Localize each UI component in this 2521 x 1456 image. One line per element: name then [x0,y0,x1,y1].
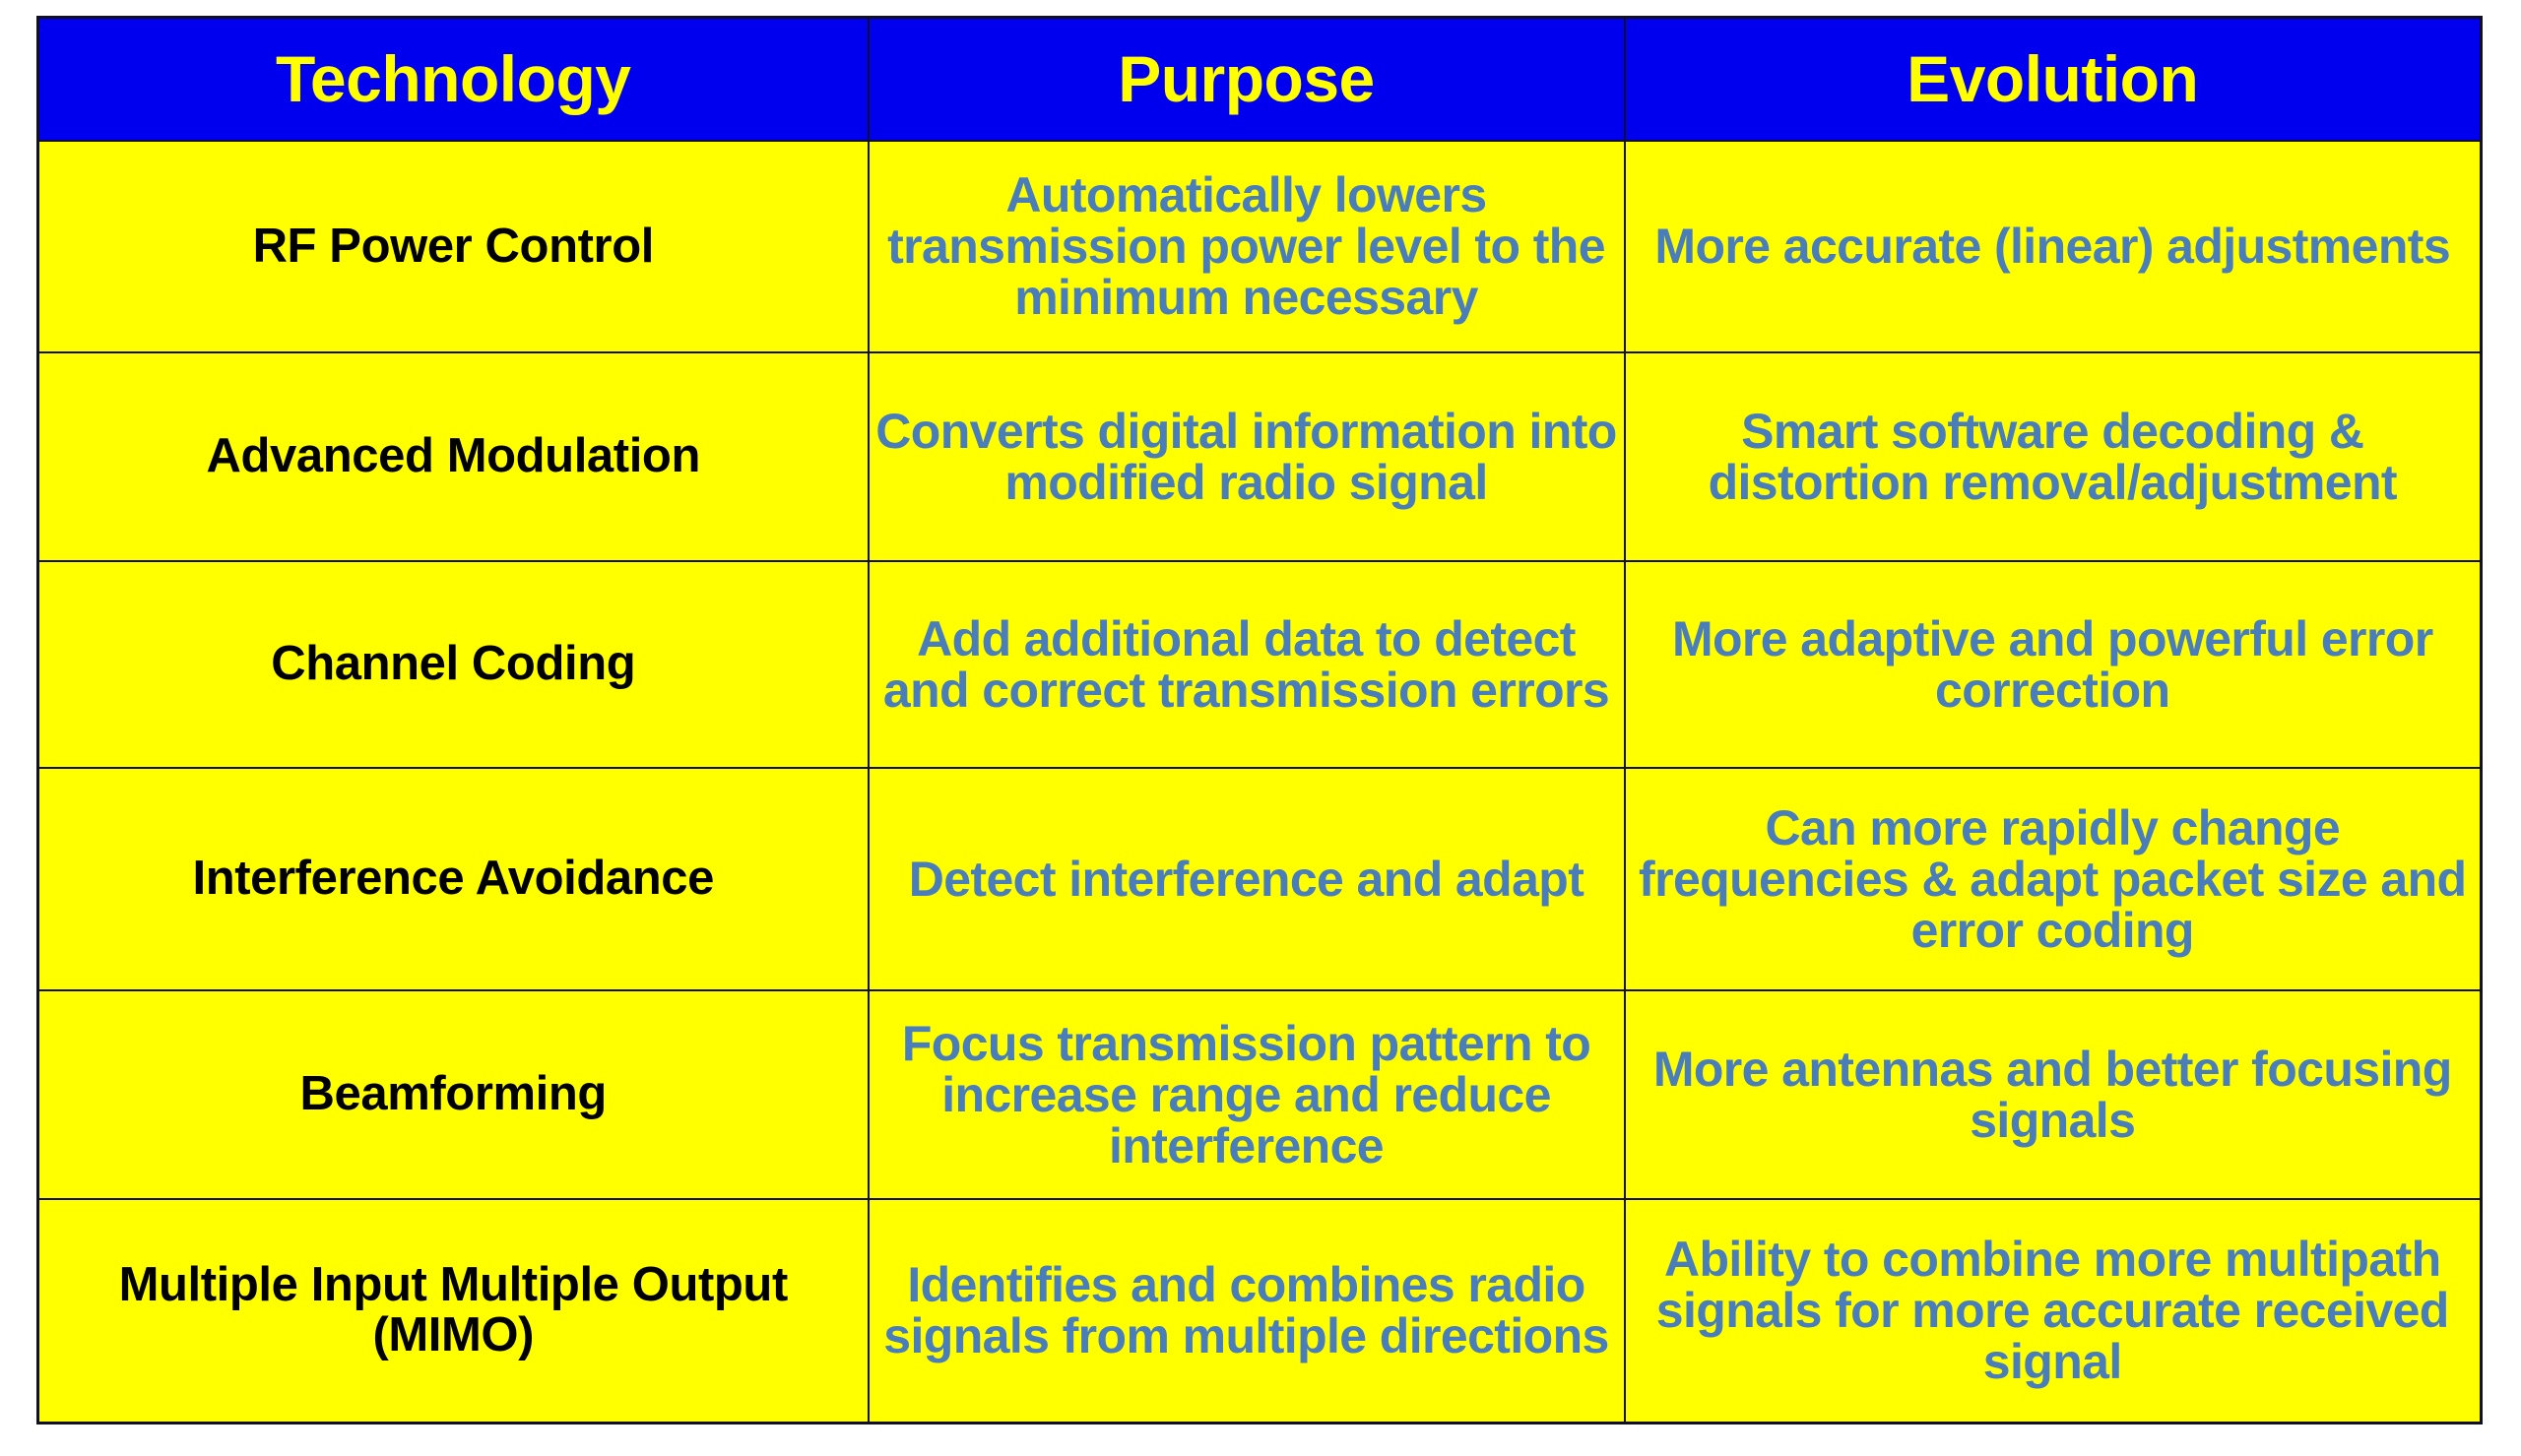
cell-technology: Interference Avoidance [36,766,870,991]
table-row: Advanced Modulation Converts digital inf… [36,350,2483,562]
cell-evolution: More adaptive and powerful error correct… [1623,559,2483,769]
cell-purpose: Converts digital information into modifi… [867,350,1626,562]
table-row: Beamforming Focus transmission pattern t… [36,988,2483,1200]
cell-purpose: Automatically lowers transmission power … [867,139,1626,353]
cell-purpose: Detect interference and adapt [867,766,1626,991]
table-header: Technology Purpose Evolution [36,16,2483,142]
cell-evolution: Smart software decoding & distortion rem… [1623,350,2483,562]
table-header-row: Technology Purpose Evolution [36,16,2483,142]
cell-technology: Multiple Input Multiple Output (MIMO) [36,1197,870,1424]
cell-evolution: Ability to combine more multipath signal… [1623,1197,2483,1424]
cell-evolution: Can more rapidly change frequencies & ad… [1623,766,2483,991]
table-row: Interference Avoidance Detect interferen… [36,766,2483,991]
cell-technology: Advanced Modulation [36,350,870,562]
page-root: Technology Purpose Evolution RF Power Co… [0,0,2521,1456]
column-header-technology: Technology [36,16,870,142]
cell-purpose: Add additional data to detect and correc… [867,559,1626,769]
cell-technology: RF Power Control [36,139,870,353]
table-body: RF Power Control Automatically lowers tr… [36,139,2483,1424]
column-header-evolution: Evolution [1623,16,2483,142]
column-header-purpose: Purpose [867,16,1626,142]
cell-purpose: Identifies and combines radio signals fr… [867,1197,1626,1424]
cell-evolution: More antennas and better focusing signal… [1623,988,2483,1200]
cell-purpose: Focus transmission pattern to increase r… [867,988,1626,1200]
table-row: RF Power Control Automatically lowers tr… [36,139,2483,353]
technology-comparison-table: Technology Purpose Evolution RF Power Co… [36,16,2483,1424]
cell-technology: Beamforming [36,988,870,1200]
cell-evolution: More accurate (linear) adjustments [1623,139,2483,353]
table-row: Channel Coding Add additional data to de… [36,559,2483,769]
cell-technology: Channel Coding [36,559,870,769]
technology-comparison-table-wrapper: Technology Purpose Evolution RF Power Co… [36,16,2483,1424]
table-row: Multiple Input Multiple Output (MIMO) Id… [36,1197,2483,1424]
